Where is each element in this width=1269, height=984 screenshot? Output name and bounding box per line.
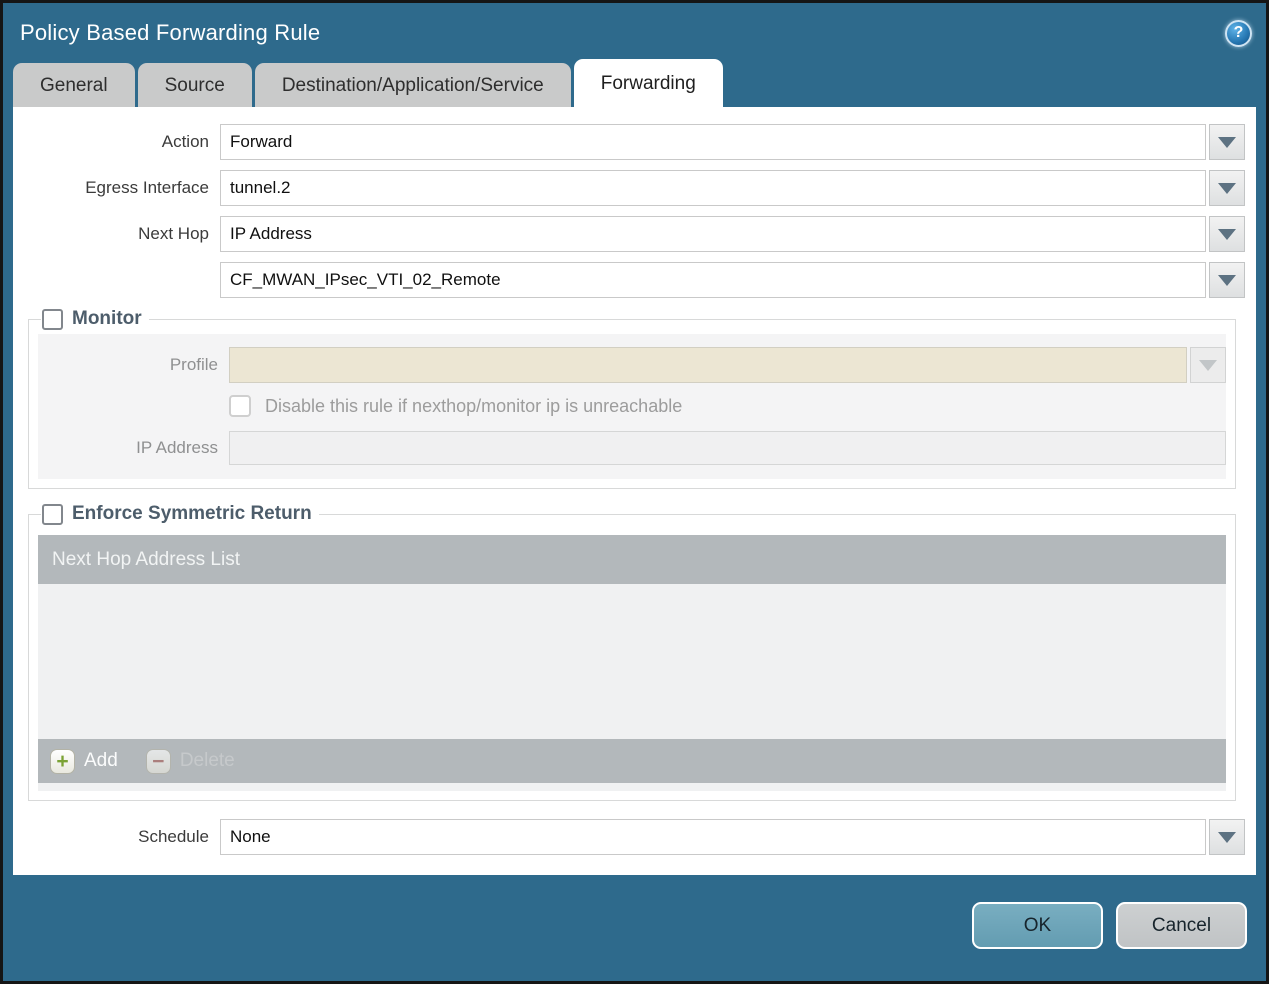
add-button[interactable]: + Add — [50, 748, 118, 774]
monitor-ip-address-input — [229, 431, 1226, 465]
action-row: Action — [13, 124, 1245, 160]
add-button-label: Add — [84, 750, 118, 771]
egress-interface-dropdown-button[interactable] — [1209, 170, 1245, 206]
profile-dropdown-button — [1190, 347, 1226, 383]
tab-bar: General Source Destination/Application/S… — [3, 59, 1266, 107]
egress-interface-row: Egress Interface — [13, 170, 1245, 206]
tab-forwarding[interactable]: Forwarding — [573, 59, 723, 107]
table-bottom-strip — [38, 783, 1226, 791]
schedule-row: Schedule — [13, 819, 1245, 855]
tab-general[interactable]: General — [13, 63, 135, 107]
delete-button-label: Delete — [179, 750, 235, 771]
next-hop-address-list-toolbar: + Add − Delete — [38, 739, 1226, 783]
delete-minus-icon: − — [145, 748, 171, 774]
monitor-group: Monitor Profile Disable this rule if nex… — [28, 308, 1236, 489]
action-label: Action — [161, 132, 209, 151]
tab-source[interactable]: Source — [137, 63, 252, 107]
next-hop-address-input[interactable] — [220, 262, 1206, 298]
egress-interface-input[interactable] — [220, 170, 1206, 206]
next-hop-label: Next Hop — [138, 224, 209, 243]
chevron-down-icon — [1199, 359, 1217, 371]
chevron-down-icon — [1218, 182, 1236, 194]
enforce-symmetric-return-group: Enforce Symmetric Return Next Hop Addres… — [28, 503, 1236, 801]
disable-rule-checkbox — [229, 395, 251, 417]
schedule-label: Schedule — [138, 827, 209, 846]
dialog-title: Policy Based Forwarding Rule — [20, 20, 321, 45]
monitor-subpanel: Profile Disable this rule if nexthop/mon… — [38, 334, 1226, 479]
next-hop-row: Next Hop — [13, 216, 1245, 252]
profile-input — [229, 347, 1187, 383]
ok-button[interactable]: OK — [972, 902, 1103, 949]
chevron-down-icon — [1218, 228, 1236, 240]
enforce-symmetric-return-title: Enforce Symmetric Return — [72, 503, 312, 524]
action-combo — [220, 124, 1245, 160]
help-icon[interactable]: ? — [1225, 19, 1252, 47]
next-hop-address-list-header-label: Next Hop Address List — [52, 548, 240, 570]
next-hop-address-dropdown-button[interactable] — [1209, 262, 1245, 298]
forwarding-tab-panel: Action Egress Interface Next Hop — [13, 107, 1256, 875]
action-input[interactable] — [220, 124, 1206, 160]
next-hop-address-list-body[interactable] — [38, 584, 1226, 739]
dialog-actions: OK Cancel — [3, 875, 1266, 981]
next-hop-address-list-table: Next Hop Address List + Add − Delete — [38, 535, 1226, 791]
next-hop-address-combo — [220, 262, 1245, 298]
chevron-down-icon — [1218, 274, 1236, 286]
next-hop-type-dropdown-button[interactable] — [1209, 216, 1245, 252]
delete-button: − Delete — [145, 748, 235, 774]
egress-interface-label: Egress Interface — [85, 178, 209, 197]
next-hop-address-row — [13, 262, 1245, 298]
disable-rule-label: Disable this rule if nexthop/monitor ip … — [265, 395, 683, 416]
monitor-title: Monitor — [72, 308, 142, 329]
profile-row: Profile — [38, 347, 1226, 383]
schedule-input[interactable] — [220, 819, 1206, 855]
next-hop-address-list-header: Next Hop Address List — [38, 535, 1226, 584]
chevron-down-icon — [1218, 136, 1236, 148]
disable-rule-row: Disable this rule if nexthop/monitor ip … — [229, 395, 1226, 417]
action-dropdown-button[interactable] — [1209, 124, 1245, 160]
profile-combo — [229, 347, 1226, 383]
chevron-down-icon — [1218, 831, 1236, 843]
cancel-button[interactable]: Cancel — [1116, 902, 1247, 949]
enforce-symmetric-return-legend: Enforce Symmetric Return — [41, 503, 319, 525]
policy-based-forwarding-dialog: Policy Based Forwarding Rule ? General S… — [0, 0, 1269, 984]
monitor-checkbox[interactable] — [42, 308, 63, 330]
add-plus-icon: + — [50, 748, 75, 774]
monitor-legend: Monitor — [41, 308, 149, 330]
dialog-titlebar: Policy Based Forwarding Rule ? — [3, 3, 1266, 59]
next-hop-type-input[interactable] — [220, 216, 1206, 252]
next-hop-type-combo — [220, 216, 1245, 252]
monitor-ip-address-row: IP Address — [38, 431, 1226, 465]
egress-interface-combo — [220, 170, 1245, 206]
profile-label: Profile — [169, 355, 218, 374]
schedule-dropdown-button[interactable] — [1209, 819, 1245, 855]
enforce-symmetric-return-checkbox[interactable] — [42, 503, 63, 525]
monitor-ip-address-label: IP Address — [136, 438, 218, 457]
schedule-combo — [220, 819, 1245, 855]
tab-destination-application-service[interactable]: Destination/Application/Service — [254, 63, 571, 107]
